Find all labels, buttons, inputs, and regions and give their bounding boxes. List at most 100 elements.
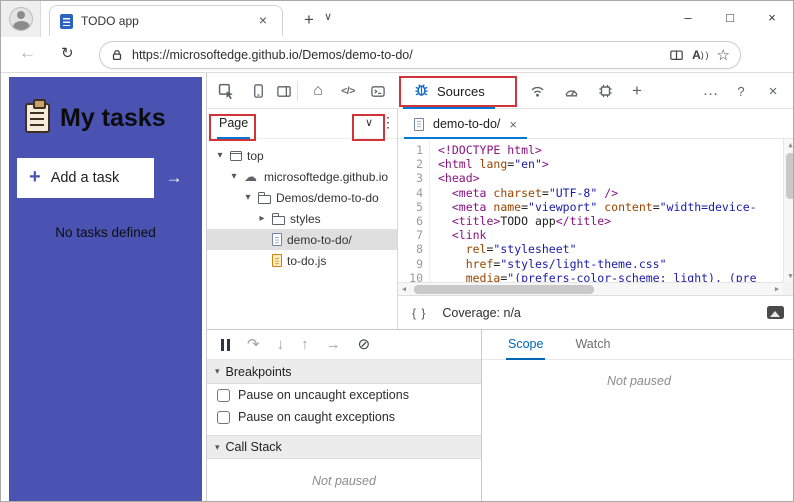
- window-minimize-button[interactable]: –: [667, 1, 709, 37]
- add-task-button[interactable]: + Add a task →: [17, 158, 194, 198]
- step-into-button[interactable]: ↓: [277, 337, 285, 352]
- window-maximize-button[interactable]: □: [709, 1, 751, 37]
- tree-item-label: demo-to-do/: [287, 232, 352, 247]
- tab-elements[interactable]: </>: [335, 73, 361, 109]
- pause-button[interactable]: [221, 338, 230, 351]
- step-button[interactable]: →: [326, 337, 341, 352]
- tree-item-top[interactable]: ▾ top: [207, 145, 397, 166]
- devtools-close-button[interactable]: ×: [761, 73, 785, 109]
- tree-expand-arrow-icon[interactable]: ▾: [229, 171, 239, 182]
- tree-item-label: to-do.js: [287, 253, 327, 268]
- tab-list-chevron-icon[interactable]: ∨: [324, 10, 332, 23]
- tab-close-icon[interactable]: ×: [254, 12, 272, 30]
- editor-tab-close-icon[interactable]: ×: [509, 117, 517, 132]
- tree-expand-arrow-icon[interactable]: ▾: [215, 150, 225, 161]
- step-over-button[interactable]: ↷: [247, 337, 260, 352]
- line-number[interactable]: 9: [398, 257, 423, 271]
- refresh-button[interactable]: ↻: [61, 44, 74, 62]
- split-screen-icon[interactable]: [669, 48, 684, 62]
- lock-icon[interactable]: [110, 48, 124, 62]
- editor-gutter[interactable]: 1 2 3 4 5 6 7 8 9 10: [398, 139, 430, 295]
- code-editor[interactable]: 1 2 3 4 5 6 7 8 9 10 <!DOCTYPE html> <html lang="e…: [398, 139, 793, 295]
- screenshot-icon[interactable]: [767, 306, 784, 319]
- line-number[interactable]: 5: [398, 200, 423, 214]
- scroll-up-icon[interactable]: ▲: [784, 139, 793, 151]
- step-out-button[interactable]: ↑: [301, 337, 309, 352]
- line-number[interactable]: 4: [398, 186, 423, 200]
- tab-welcome-home-icon[interactable]: ⌂: [307, 73, 329, 109]
- favorites-star-icon[interactable]: ☆: [717, 46, 730, 64]
- line-number[interactable]: 8: [398, 242, 423, 256]
- tab-watch[interactable]: Watch: [573, 330, 612, 360]
- tree-item-microsoftedge-github-io[interactable]: ▾ ☁ microsoftedge.github.io: [207, 166, 397, 187]
- customize-devtools-button[interactable]: …: [699, 73, 723, 109]
- line-number[interactable]: 3: [398, 171, 423, 185]
- browser-address-row: ← ↻ https://microsoftedge.github.io/Demo…: [1, 37, 793, 73]
- tree-item-label: microsoftedge.github.io: [264, 169, 389, 184]
- vertical-scrollbar[interactable]: ▲ ▼: [783, 139, 793, 282]
- tab-console[interactable]: [367, 73, 389, 109]
- toolbar-divider: [297, 81, 298, 101]
- code-line: <meta charset="UTF-8" />: [451, 185, 619, 200]
- tab-scope[interactable]: Scope: [506, 330, 545, 360]
- line-number[interactable]: 1: [398, 143, 423, 157]
- debug-bottom-row: ↷ ↓ ↑ → ⊘ ▾ Breakpoints Pause on uncaugh…: [207, 329, 793, 501]
- editor-tab-demo-to-do[interactable]: demo-to-do/ ×: [404, 109, 527, 139]
- url-text[interactable]: https://microsoftedge.github.io/Demos/de…: [132, 48, 661, 62]
- checkbox-unchecked[interactable]: [217, 410, 230, 424]
- tree-item-styles[interactable]: ▸ styles: [207, 208, 397, 229]
- new-tab-button[interactable]: +: [297, 8, 321, 32]
- tab-memory[interactable]: [593, 73, 617, 109]
- tab-page[interactable]: Page: [217, 109, 250, 139]
- breakpoints-section-header[interactable]: ▾ Breakpoints: [207, 360, 481, 384]
- browser-tab[interactable]: TODO app ×: [49, 5, 283, 36]
- back-button[interactable]: ←: [19, 43, 36, 63]
- deactivate-breakpoints-button[interactable]: ⊘: [358, 337, 371, 352]
- line-number[interactable]: 2: [398, 157, 423, 171]
- tab-performance[interactable]: [559, 73, 583, 109]
- navigator-dropdown-chevron-icon[interactable]: ∨: [359, 115, 379, 133]
- help-button[interactable]: ?: [729, 73, 753, 109]
- scroll-left-icon[interactable]: ◀: [398, 283, 410, 295]
- more-tools-plus-button[interactable]: +: [625, 73, 649, 109]
- tree-item-label: Demos/demo-to-do: [276, 190, 379, 205]
- horizontal-scroll-thumb[interactable]: [414, 285, 594, 294]
- tab-sources[interactable]: Sources: [403, 73, 495, 109]
- breakpoint-option-row[interactable]: Pause on caught exceptions: [207, 406, 481, 428]
- browser-window: TODO app × + ∨ – □ × ← ↻ https://microso…: [0, 0, 794, 502]
- editor-code: <!DOCTYPE html> <html lang="en"> <head> <m…: [438, 139, 783, 295]
- tab-favicon-icon: [60, 13, 73, 29]
- submit-task-button[interactable]: →: [154, 158, 194, 198]
- editor-pane: demo-to-do/ × 1 2 3 4 5 6 7 8 9 10 <!DOCTYPE html…: [398, 109, 793, 295]
- read-aloud-icon[interactable]: A) ): [692, 48, 708, 62]
- scroll-right-icon[interactable]: ▶: [771, 283, 783, 295]
- navigator-more-options-icon[interactable]: ⋮: [381, 114, 395, 131]
- horizontal-scrollbar[interactable]: ◀ ▶: [398, 282, 783, 295]
- profile-button[interactable]: [1, 1, 41, 37]
- tree-item-demo-to-do-[interactable]: demo-to-do/: [207, 229, 397, 250]
- breakpoint-option-row[interactable]: Pause on uncaught exceptions: [207, 384, 481, 406]
- empty-tasks-message: No tasks defined: [55, 225, 156, 240]
- scrollbar-corner: [783, 282, 793, 295]
- checkbox-unchecked[interactable]: [217, 388, 230, 402]
- scroll-down-icon[interactable]: ▼: [784, 270, 793, 282]
- call-stack-section-header[interactable]: ▾ Call Stack: [207, 435, 481, 459]
- plus-icon: +: [29, 165, 41, 188]
- line-number[interactable]: 7: [398, 228, 423, 242]
- devtools-toolbar: ⌂ </> Sources + … ? ×: [207, 73, 793, 109]
- call-stack-status: Not paused: [312, 474, 376, 488]
- tree-item-demos-demo-to-do[interactable]: ▾ Demos/demo-to-do: [207, 187, 397, 208]
- window-close-button[interactable]: ×: [751, 1, 793, 37]
- pretty-print-braces-icon[interactable]: { }: [412, 306, 426, 320]
- address-bar[interactable]: https://microsoftedge.github.io/Demos/de…: [99, 41, 741, 69]
- tree-item-to-do-js[interactable]: to-do.js: [207, 250, 397, 271]
- line-number[interactable]: 6: [398, 214, 423, 228]
- panel-layout-button[interactable]: [273, 73, 295, 109]
- tree-expand-arrow-icon[interactable]: ▸: [257, 213, 267, 224]
- vertical-scroll-thumb[interactable]: [786, 153, 793, 199]
- tab-network[interactable]: [525, 73, 549, 109]
- inspect-tool-button[interactable]: [215, 73, 237, 109]
- device-emulation-button[interactable]: [247, 73, 269, 109]
- tree-expand-arrow-icon[interactable]: ▾: [243, 192, 253, 203]
- code-line: <head>: [438, 171, 480, 186]
